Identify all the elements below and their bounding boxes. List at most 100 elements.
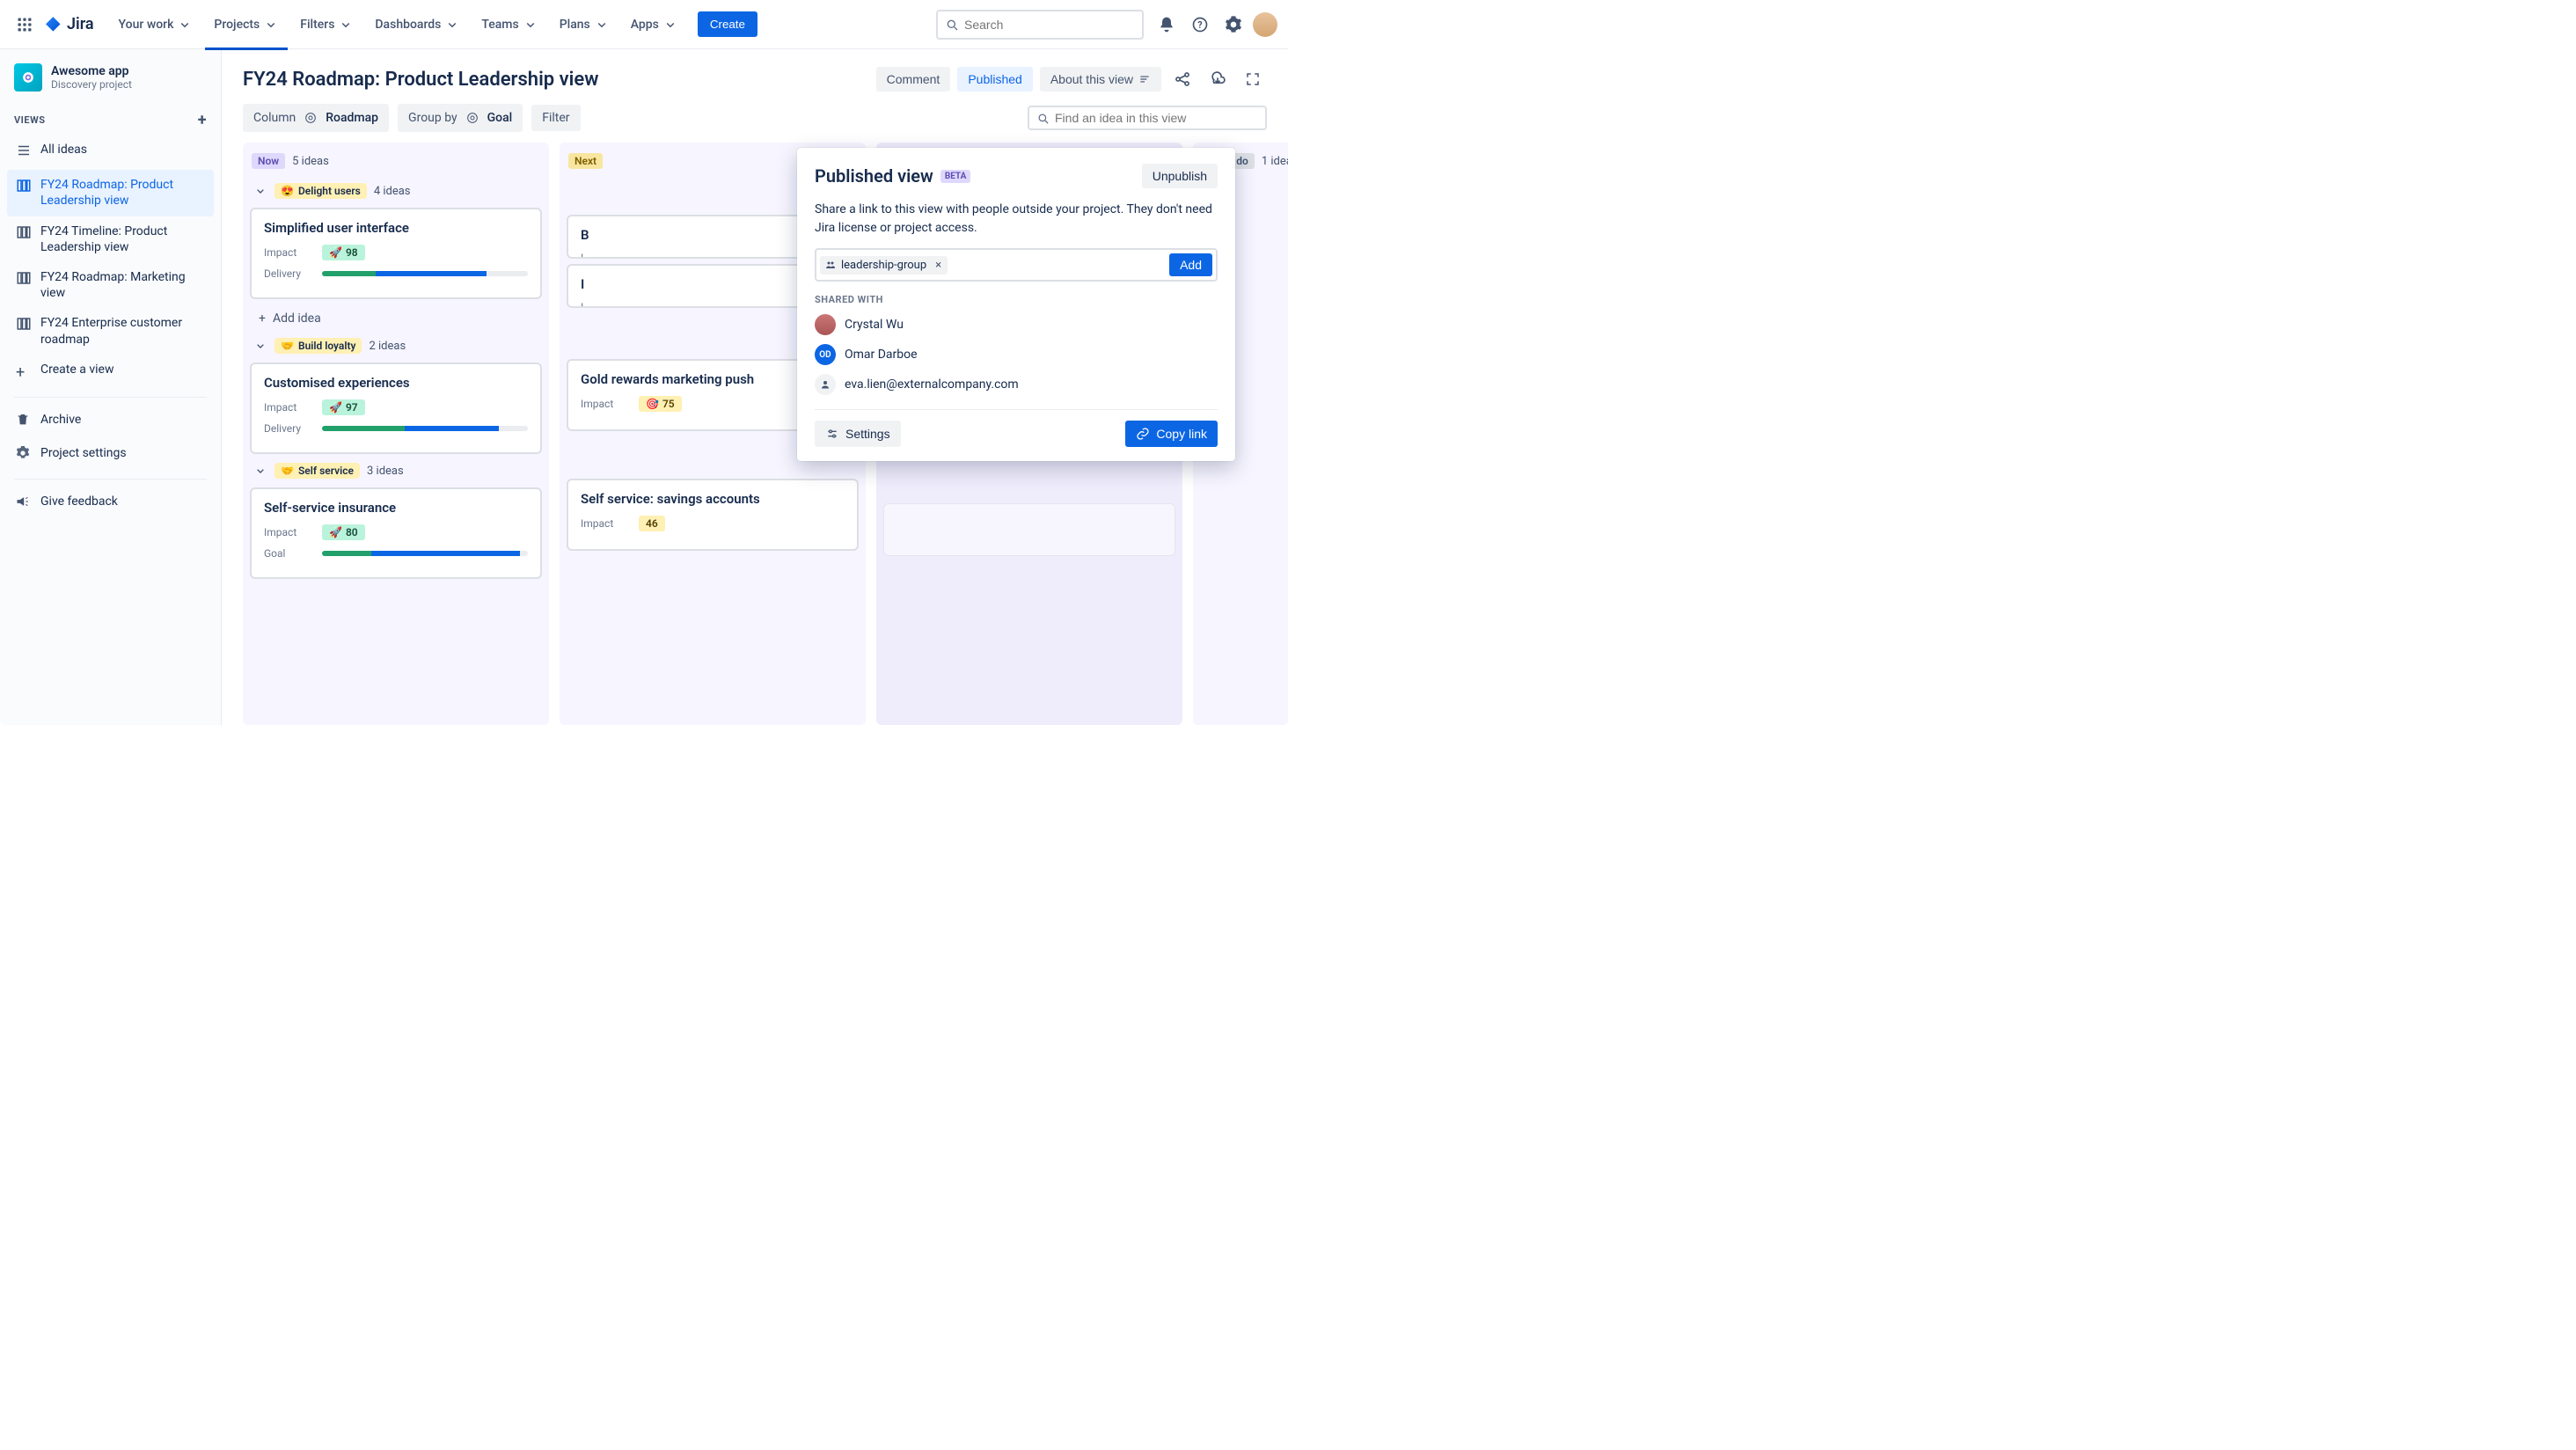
plus-icon: +	[259, 311, 266, 326]
about-button[interactable]: About this view	[1040, 67, 1161, 92]
column-badge: Next	[568, 153, 603, 169]
nav-apps[interactable]: Apps	[622, 11, 687, 38]
remove-tag-icon[interactable]: ×	[932, 259, 945, 272]
popover-description: Share a link to this view with people ou…	[815, 201, 1218, 238]
project-sub: Discovery project	[51, 78, 132, 91]
jira-logo[interactable]: Jira	[44, 15, 94, 34]
notifications-icon[interactable]	[1153, 11, 1181, 39]
column-chip[interactable]: Column Roadmap	[243, 104, 389, 132]
nav-items: Your work Projects Filters Dashboards Te…	[110, 11, 687, 38]
trash-icon	[16, 413, 32, 431]
search-icon	[1036, 112, 1050, 125]
target-icon	[465, 110, 480, 126]
plus-icon: +	[16, 362, 32, 383]
main-content: FY24 Roadmap: Product Leadership view Co…	[222, 49, 1288, 725]
popover-settings-button[interactable]: Settings	[815, 421, 901, 447]
target-icon	[303, 110, 318, 126]
megaphone-icon	[16, 494, 32, 513]
nav-projects[interactable]: Projects	[205, 11, 288, 38]
link-icon	[1136, 427, 1150, 441]
group-build-loyalty[interactable]: 🤝Build loyalty 2 ideas	[250, 334, 542, 357]
list-icon	[16, 143, 32, 163]
impact-badge: 🚀 80	[322, 524, 365, 540]
shared-person: OD Omar Darboe	[815, 344, 1218, 365]
board-icon	[16, 316, 32, 336]
page-header: FY24 Roadmap: Product Leadership view Co…	[222, 49, 1288, 104]
search-box[interactable]	[936, 10, 1144, 40]
comment-button[interactable]: Comment	[876, 67, 951, 92]
fullscreen-icon[interactable]	[1239, 65, 1267, 93]
groupby-chip[interactable]: Group by Goal	[398, 104, 523, 132]
card-customised-experiences[interactable]: Customised experiences Impact 🚀 97 Deliv…	[250, 362, 542, 454]
help-icon[interactable]: ?	[1186, 11, 1214, 39]
search-icon	[945, 18, 959, 32]
chevron-down-icon	[253, 339, 267, 353]
top-navigation: Jira Your work Projects Filters Dashboar…	[0, 0, 1288, 49]
page-title: FY24 Roadmap: Product Leadership view	[243, 69, 876, 91]
share-input-row[interactable]: leadership-group × Add	[815, 248, 1218, 282]
card-simplified-ui[interactable]: Simplified user interface Impact 🚀 98 De…	[250, 208, 542, 299]
avatar	[815, 314, 836, 335]
sidebar-create-view[interactable]: + Create a view	[7, 355, 214, 390]
nav-filters[interactable]: Filters	[291, 11, 362, 38]
find-idea-input[interactable]	[1055, 111, 1258, 125]
copy-link-button[interactable]: Copy link	[1125, 421, 1218, 447]
impact-badge: 🚀 97	[322, 399, 365, 415]
project-header[interactable]: Awesome app Discovery project	[7, 63, 214, 102]
add-view-icon[interactable]: +	[198, 111, 207, 129]
sidebar-all-ideas[interactable]: All ideas	[7, 135, 214, 170]
delivery-progress	[322, 271, 528, 276]
nav-teams[interactable]: Teams	[472, 11, 546, 38]
sidebar-give-feedback[interactable]: Give feedback	[7, 487, 214, 520]
menu-icon	[1138, 73, 1151, 85]
impact-badge: 46	[639, 516, 665, 531]
shared-with-label: SHARED WITH	[815, 294, 1218, 305]
card-self-service-insurance[interactable]: Self-service insurance Impact 🚀 80 Goal	[250, 487, 542, 579]
published-view-popover: Published view BETA Unpublish Share a li…	[797, 148, 1235, 461]
card-self-service-savings[interactable]: Self service: savings accounts Impact 46	[567, 479, 859, 551]
sidebar-timeline-product[interactable]: FY24 Timeline: Product Leadership view	[7, 216, 214, 262]
impact-badge: 🚀 98	[322, 245, 365, 260]
column-badge: Now	[252, 153, 285, 169]
download-icon[interactable]	[1204, 65, 1232, 93]
share-icon[interactable]	[1168, 65, 1197, 93]
group-tag[interactable]: leadership-group ×	[820, 256, 948, 275]
filter-bar: Column Roadmap Group by Goal Filter	[222, 104, 1288, 139]
board-icon	[16, 270, 32, 290]
sliders-icon	[825, 427, 839, 441]
find-idea-box[interactable]	[1028, 106, 1267, 130]
user-avatar[interactable]	[1253, 12, 1277, 37]
nav-your-work[interactable]: Your work	[110, 11, 202, 38]
board-icon	[16, 224, 32, 245]
board-icon	[16, 178, 32, 198]
gear-icon	[16, 446, 32, 465]
group-self-service[interactable]: 🤝Self service 3 ideas	[250, 459, 542, 482]
sidebar-archive[interactable]: Archive	[7, 405, 214, 438]
chevron-down-icon	[253, 464, 267, 478]
filter-chip[interactable]: Filter	[531, 105, 580, 131]
sidebar-roadmap-marketing[interactable]: FY24 Roadmap: Marketing view	[7, 262, 214, 308]
beta-badge: BETA	[940, 170, 971, 183]
app-switcher-icon[interactable]	[11, 11, 39, 39]
sidebar-enterprise-roadmap[interactable]: FY24 Enterprise customer roadmap	[7, 308, 214, 354]
impact-badge: 🎯 75	[639, 396, 682, 412]
create-button[interactable]: Create	[698, 11, 757, 37]
sidebar: Awesome app Discovery project VIEWS + Al…	[0, 49, 222, 725]
unpublish-button[interactable]: Unpublish	[1142, 164, 1218, 188]
search-input[interactable]	[964, 18, 1135, 32]
add-button[interactable]: Add	[1169, 253, 1212, 276]
sidebar-project-settings[interactable]: Project settings	[7, 438, 214, 472]
group-delight-users[interactable]: 😍Delight users 4 ideas	[250, 179, 542, 202]
published-button[interactable]: Published	[957, 67, 1033, 92]
nav-plans[interactable]: Plans	[551, 11, 618, 38]
avatar-initials: OD	[815, 344, 836, 365]
delivery-progress	[322, 426, 528, 431]
settings-icon[interactable]	[1219, 11, 1248, 39]
app-root: Jira Your work Projects Filters Dashboar…	[0, 0, 1288, 725]
sidebar-roadmap-product[interactable]: FY24 Roadmap: Product Leadership view	[7, 170, 214, 216]
add-idea-button[interactable]: + Add idea	[250, 304, 542, 333]
column-now: Now 5 ideas 😍Delight users 4 ideas Simpl…	[243, 143, 549, 725]
people-icon	[825, 260, 836, 270]
project-icon	[14, 63, 42, 92]
nav-dashboards[interactable]: Dashboards	[366, 11, 469, 38]
